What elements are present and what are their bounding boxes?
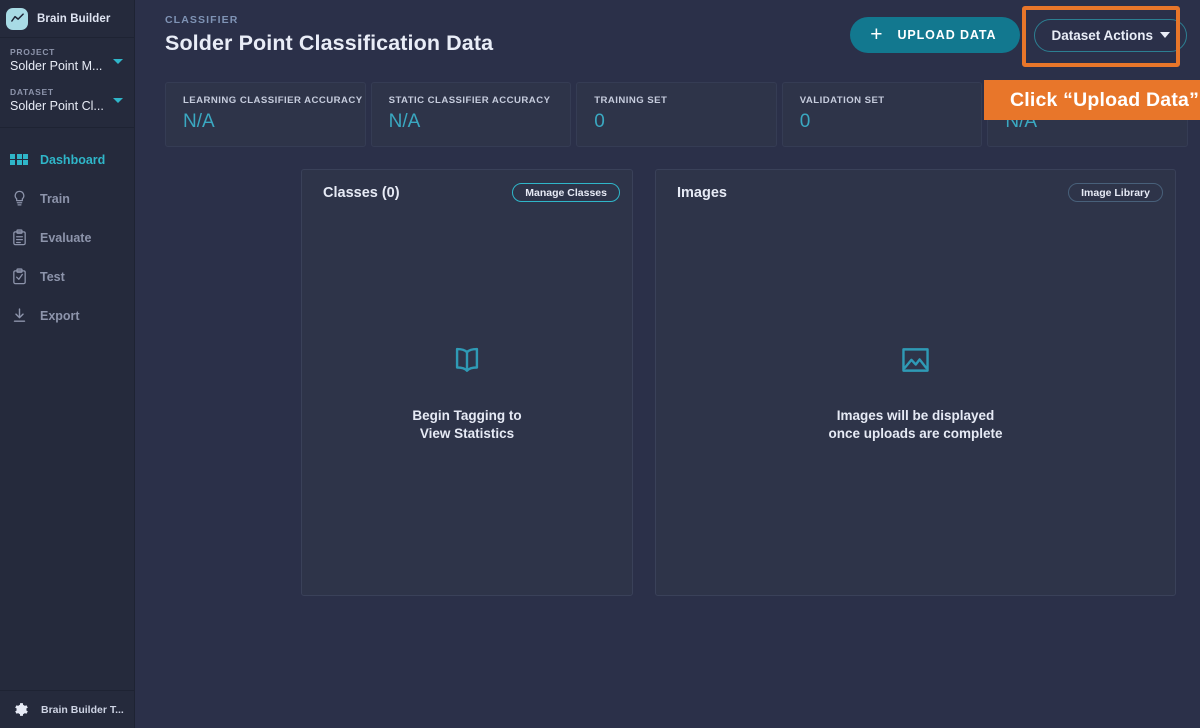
header-actions: + UPLOAD DATA Dataset Actions xyxy=(850,11,1187,53)
stat-card-static-classifier-accuracy: STATIC CLASSIFIER ACCURACY N/A xyxy=(370,82,572,147)
brand-name: Brain Builder xyxy=(37,12,111,25)
images-empty-state: Images will be displayed once uploads ar… xyxy=(656,215,1175,595)
sidebar-nav: Dashboard Train Evaluate Test Export xyxy=(0,128,134,335)
images-panel-header: Images Image Library xyxy=(656,170,1175,215)
sidebar-footer-label: Brain Builder T... xyxy=(41,703,124,716)
images-panel: Images Image Library Images will be disp… xyxy=(655,169,1176,596)
classes-empty-line2: View Statistics xyxy=(419,426,515,441)
open-book-icon xyxy=(448,343,486,382)
instruction-callout: Click “Upload Data” xyxy=(984,80,1200,120)
chevron-down-icon[interactable] xyxy=(113,98,123,103)
stat-label: LEARNING CLASSIFIER ACCURACY xyxy=(183,95,363,106)
sidebar-footer-settings[interactable]: Brain Builder T... xyxy=(0,690,134,728)
sidebar-item-label: Dashboard xyxy=(40,152,106,167)
classes-panel-header: Classes (0) Manage Classes xyxy=(302,170,632,215)
dataset-actions-button[interactable]: Dataset Actions xyxy=(1034,18,1187,52)
grid-icon xyxy=(9,150,29,170)
project-selector-value: Solder Point M... xyxy=(10,59,103,73)
images-panel-title: Images xyxy=(677,184,727,201)
gear-icon xyxy=(10,700,30,720)
images-empty-line2: once uploads are complete xyxy=(828,426,1003,441)
main-content: CLASSIFIER Solder Point Classification D… xyxy=(135,0,1200,728)
stat-card-training-set: TRAINING SET 0 xyxy=(576,82,777,147)
dataset-actions-label: Dataset Actions xyxy=(1051,27,1153,43)
images-empty-text: Images will be displayed once uploads ar… xyxy=(828,407,1002,443)
dataset-selector-value: Solder Point Cl... xyxy=(10,99,104,113)
stat-value: N/A xyxy=(183,111,215,132)
sidebar-item-export[interactable]: Export xyxy=(0,296,134,335)
classes-panel: Classes (0) Manage Classes Begin Tagging… xyxy=(301,169,633,596)
manage-classes-button[interactable]: Manage Classes xyxy=(512,183,620,202)
sidebar-item-label: Evaluate xyxy=(40,230,92,245)
sidebar: Brain Builder PROJECT Solder Point M... … xyxy=(0,0,135,728)
panels-row: Classes (0) Manage Classes Begin Tagging… xyxy=(135,147,1200,596)
image-icon xyxy=(897,343,934,382)
classes-empty-text: Begin Tagging to View Statistics xyxy=(412,407,521,443)
brand-header[interactable]: Brain Builder xyxy=(0,0,134,38)
clipboard-icon xyxy=(9,228,29,248)
stat-value: 0 xyxy=(799,111,811,132)
chevron-down-icon xyxy=(1160,32,1170,38)
sidebar-item-label: Test xyxy=(40,269,65,284)
stat-value: N/A xyxy=(388,111,421,132)
upload-data-label: UPLOAD DATA xyxy=(897,28,997,42)
stat-value: 0 xyxy=(594,111,605,132)
chart-line-icon xyxy=(6,7,28,30)
page-header: CLASSIFIER Solder Point Classification D… xyxy=(135,0,1200,74)
classes-panel-title: Classes (0) xyxy=(323,184,400,201)
dataset-selector[interactable]: DATASET Solder Point Cl... xyxy=(0,77,134,117)
sidebar-item-label: Export xyxy=(40,308,80,323)
stat-label: VALIDATION SET xyxy=(799,95,885,106)
dataset-selector-label: DATASET xyxy=(10,87,54,97)
title-block: CLASSIFIER Solder Point Classification D… xyxy=(165,11,493,56)
sidebar-item-evaluate[interactable]: Evaluate xyxy=(0,218,134,257)
stat-label: TRAINING SET xyxy=(594,95,668,106)
stat-card-validation-set: VALIDATION SET 0 xyxy=(781,82,983,147)
plus-icon: + xyxy=(870,22,884,46)
project-selector-label: PROJECT xyxy=(10,47,56,57)
clipboard-check-icon xyxy=(9,267,29,287)
project-selector[interactable]: PROJECT Solder Point M... xyxy=(0,38,134,77)
sidebar-item-test[interactable]: Test xyxy=(0,257,134,296)
sidebar-item-label: Train xyxy=(40,191,70,206)
download-icon xyxy=(9,306,29,326)
sidebar-item-train[interactable]: Train xyxy=(0,179,134,218)
images-empty-line1: Images will be displayed xyxy=(836,407,995,423)
breadcrumb-eyebrow: CLASSIFIER xyxy=(165,14,239,26)
lightbulb-icon xyxy=(9,189,29,209)
sidebar-item-dashboard[interactable]: Dashboard xyxy=(0,140,134,179)
upload-data-button[interactable]: + UPLOAD DATA xyxy=(850,17,1021,53)
classes-empty-line1: Begin Tagging to xyxy=(412,407,522,423)
classes-empty-state: Begin Tagging to View Statistics xyxy=(302,215,632,595)
chevron-down-icon[interactable] xyxy=(113,59,123,64)
image-library-button[interactable]: Image Library xyxy=(1068,183,1163,202)
app-window: Brain Builder PROJECT Solder Point M... … xyxy=(0,0,1200,728)
stat-card-learning-classifier-accuracy: LEARNING CLASSIFIER ACCURACY N/A xyxy=(165,82,366,147)
page-title: Solder Point Classification Data xyxy=(165,31,494,55)
stat-label: STATIC CLASSIFIER ACCURACY xyxy=(388,95,551,106)
